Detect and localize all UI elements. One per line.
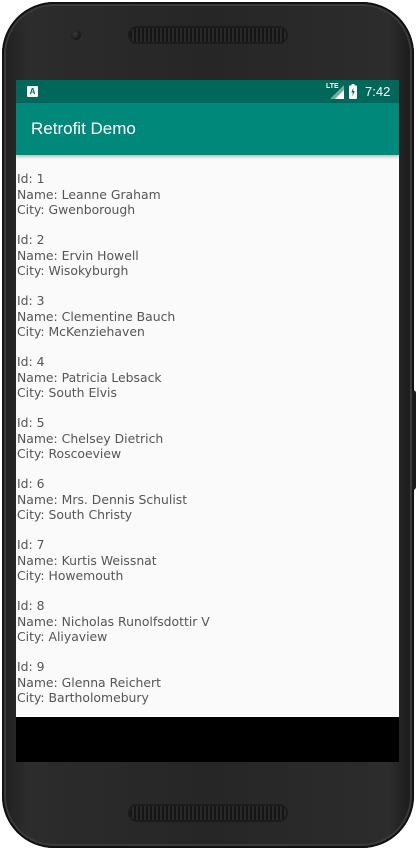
user-id: Id: 4	[17, 354, 45, 369]
list-item[interactable]: Id: 5 Name: Chelsey Dietrich City: Rosco…	[16, 415, 399, 476]
user-city: City: Gwenborough	[17, 202, 136, 217]
user-id: Id: 7	[17, 537, 45, 552]
user-id: Id: 6	[17, 476, 45, 491]
front-camera	[71, 30, 81, 40]
top-speaker-grille	[130, 28, 286, 42]
list-item[interactable]: Id: 6 Name: Mrs. Dennis Schulist City: S…	[16, 476, 399, 537]
user-id: Id: 9	[17, 659, 45, 674]
status-clock: 7:42	[365, 84, 391, 99]
list-item[interactable]: Id: 3 Name: Clementine Bauch City: McKen…	[16, 293, 399, 354]
user-name: Name: Glenna Reichert	[17, 674, 161, 690]
app-title: Retrofit Demo	[31, 119, 136, 138]
user-name: Name: Mrs. Dennis Schulist	[17, 491, 188, 507]
user-name: Name: Chelsey Dietrich	[17, 430, 164, 446]
phone-frame: A LTE 7:42 Retrofit Demo Id: 1 Name: Lea…	[0, 0, 418, 852]
user-city: City: Wisokyburgh	[17, 263, 129, 278]
list-item[interactable]: Id: 2 Name: Ervin Howell City: Wisokybur…	[16, 232, 399, 293]
user-city: City: Howemouth	[17, 568, 124, 583]
user-name: Name: Leanne Graham	[17, 186, 161, 202]
user-id: Id: 2	[17, 232, 45, 247]
list-item[interactable]: Id: 7 Name: Kurtis Weissnat City: Howemo…	[16, 537, 399, 598]
user-id: Id: 5	[17, 415, 45, 430]
power-button	[412, 390, 416, 490]
status-bar: A LTE 7:42	[16, 80, 399, 103]
battery-icon	[349, 84, 357, 99]
navigation-bar	[16, 717, 399, 762]
list-item[interactable]: Id: 8 Name: Nicholas Runolfsdottir V Cit…	[16, 598, 399, 659]
list-item[interactable]: Id: 4 Name: Patricia Lebsack City: South…	[16, 354, 399, 415]
user-list-scroll-area[interactable]: Id: 1 Name: Leanne Graham City: Gwenboro…	[16, 155, 399, 717]
notification-app-icon: A	[27, 86, 38, 97]
screen: A LTE 7:42 Retrofit Demo Id: 1 Name: Lea…	[16, 80, 399, 762]
user-name: Name: Ervin Howell	[17, 247, 139, 263]
user-id: Id: 8	[17, 598, 45, 613]
user-city: City: Roscoeview	[17, 446, 122, 461]
user-city: City: South Christy	[17, 507, 133, 522]
user-city: City: McKenziehaven	[17, 324, 145, 339]
list-item[interactable]: Id: 9 Name: Glenna Reichert City: Bartho…	[16, 659, 399, 717]
user-city: City: Bartholomebury	[17, 690, 149, 705]
user-id: Id: 1	[17, 171, 45, 186]
signal-icon	[330, 85, 344, 99]
user-name: Name: Clementine Bauch	[17, 308, 176, 324]
user-city: City: Aliyaview	[17, 629, 108, 644]
list-item[interactable]: Id: 1 Name: Leanne Graham City: Gwenboro…	[16, 171, 399, 232]
user-name: Name: Nicholas Runolfsdottir V	[17, 613, 210, 629]
user-name: Name: Kurtis Weissnat	[17, 552, 157, 568]
bottom-speaker-grille	[130, 806, 286, 820]
app-toolbar: Retrofit Demo	[16, 103, 399, 155]
user-city: City: South Elvis	[17, 385, 117, 400]
user-id: Id: 3	[17, 293, 45, 308]
user-list: Id: 1 Name: Leanne Graham City: Gwenboro…	[16, 171, 399, 717]
user-name: Name: Patricia Lebsack	[17, 369, 162, 385]
